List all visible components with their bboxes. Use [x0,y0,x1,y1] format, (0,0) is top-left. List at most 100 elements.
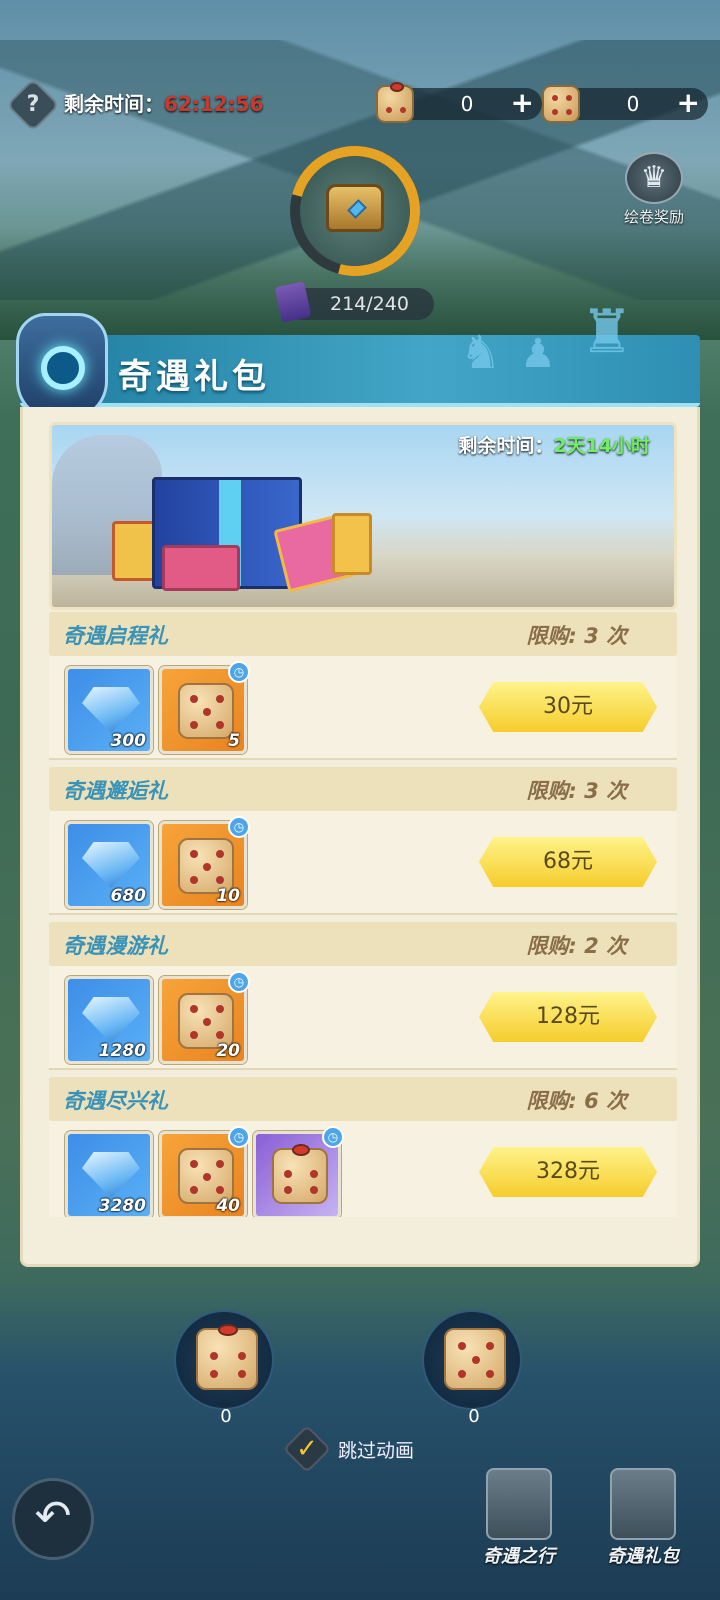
item-count: 300 [110,731,147,751]
nav-journey-label: 奇遇之行 [483,1546,555,1567]
nav-gift-pack-button[interactable]: 奇遇礼包 [588,1468,698,1588]
dice-item[interactable]: ◷ 5 [159,661,250,754]
gift-pack: 奇遇尽兴礼 限购: 6 次 3280 ◷ 40 ◷ 328元 [49,1077,677,1217]
item-count: 20 [216,1041,240,1061]
scroll-progress: 214/240 [274,281,434,323]
pack-header: 奇遇漫游礼 限购: 2 次 [49,922,677,966]
banner-timer-label: 剩余时间： [458,435,554,457]
diamond-icon [82,997,140,1043]
pack-header: 奇遇邂逅礼 限购: 3 次 [49,767,677,811]
clock-icon: ◷ [322,1126,344,1148]
magic-dice-icon [376,82,414,123]
dice-icon [542,85,580,123]
item-count: 680 [110,886,147,906]
purchase-limit: 限购: 6 次 [526,1089,627,1113]
purchase-limit: 限购: 2 次 [526,934,627,958]
nav-gift-pack-label: 奇遇礼包 [607,1546,679,1567]
dice-icon [178,683,234,739]
buy-button[interactable]: 30元 [479,682,657,732]
purchase-limit: 限购: 3 次 [526,779,627,803]
dice-roll-button[interactable]: 0 [422,1310,522,1427]
skip-animation-toggle[interactable]: ✓ 跳过动画 [282,1424,440,1474]
pack-header: 奇遇启程礼 限购: 3 次 [49,612,677,656]
gift-pack-list: 剩余时间：2天14小时 奇遇启程礼 限购: 3 次 300 ◷ 5 30元 奇遇邂… [20,407,700,1267]
back-button[interactable]: ↶ [12,1478,94,1560]
event-timer: 剩余时间：62:12:56 [64,88,264,117]
price-label: 68元 [543,849,593,874]
magic-dice-count: 0 [460,92,474,116]
gift-pack-panel: 奇遇礼包 ♞ ♟ ♜ 剩余时间：2天14小时 奇遇启程礼 限购: 3 次 300… [16,297,700,1290]
book-icon [486,1468,552,1540]
diamond-item[interactable]: 300 [65,666,153,754]
scroll-reward-button[interactable]: ♛ 绘卷奖励 [614,152,694,227]
clock-icon: ◷ [228,816,250,838]
gift-pack: 奇遇邂逅礼 限购: 3 次 680 ◷ 10 68元 [49,767,677,915]
item-count: 3280 [98,1196,146,1216]
panel-header: 奇遇礼包 ♞ ♟ ♜ [16,297,700,421]
knight-silhouette-icon: ♜ [580,297,634,367]
magic-dice-icon [272,1144,328,1204]
banner-timer-value: 2天14小时 [553,435,650,457]
item-count: 40 [216,1196,240,1216]
dice-item[interactable]: ◷ 20 [159,971,250,1064]
crown-icon: ♛ [625,152,683,204]
magic-dice-resource: 0 + [376,82,542,123]
price-label: 30元 [543,694,593,719]
checkmark-icon: ✓ [282,1424,332,1474]
dice-resource: 0 + [542,85,708,123]
gift-pack: 奇遇启程礼 限购: 3 次 300 ◷ 5 30元 [49,612,677,760]
pack-header: 奇遇尽兴礼 限购: 6 次 [49,1077,677,1121]
clock-icon: ◷ [228,971,250,993]
eye-emblem-icon [16,313,108,421]
pack-name: 奇遇启程礼 [63,624,168,648]
timer-label: 剩余时间： [64,92,164,116]
item-count: 1280 [98,1041,146,1061]
magic-dice-roll-button[interactable]: 0 [174,1310,274,1427]
clock-icon: ◷ [228,1126,250,1148]
gift-banner: 剩余时间：2天14小时 [49,422,677,610]
buy-button[interactable]: 328元 [479,1147,657,1197]
add-dice-button[interactable]: + [677,88,700,118]
help-icon: ? [26,92,40,117]
magic-dice-icon [196,1324,258,1390]
banner-timer: 剩余时间：2天14小时 [458,431,650,458]
pack-name: 奇遇尽兴礼 [63,1089,168,1113]
gift-box-icon [610,1468,676,1540]
diamond-icon [82,842,140,888]
scroll-book-icon [274,281,312,323]
skip-animation-label: 跳过动画 [338,1440,415,1462]
treasure-chest-icon [326,184,384,232]
scroll-progress-text: 214/240 [330,293,409,315]
price-label: 128元 [536,1004,600,1029]
panel-title: 奇遇礼包 [118,357,270,397]
diamond-icon [82,1152,140,1198]
dice-item[interactable]: ◷ 10 [159,816,250,909]
purchase-limit: 限购: 3 次 [526,624,627,648]
scroll-reward-label: 绘卷奖励 [623,208,684,226]
add-magic-dice-button[interactable]: + [511,88,534,118]
price-label: 328元 [536,1159,600,1184]
pack-name: 奇遇邂逅礼 [63,779,168,803]
cat-silhouette-icon: ♟ [520,331,556,377]
diamond-item[interactable]: 1280 [65,976,153,1064]
dice-item[interactable]: ◷ 40 [159,1126,250,1217]
pack-name: 奇遇漫游礼 [63,934,168,958]
diamond-item[interactable]: 3280 [65,1131,153,1217]
item-count: 5 [228,731,240,751]
item-count: 10 [216,886,240,906]
treasure-chest-progress[interactable] [290,146,420,276]
nav-journey-button[interactable]: 奇遇之行 [464,1468,574,1588]
timer-value: 62:12:56 [164,92,264,116]
wizard-silhouette-icon: ♞ [460,325,502,379]
buy-button[interactable]: 128元 [479,992,657,1042]
gift-pack: 奇遇漫游礼 限购: 2 次 1280 ◷ 20 128元 [49,922,677,1070]
magic-dice-item[interactable]: ◷ [253,1126,344,1217]
magic-dice-remaining: 0 [220,1406,232,1427]
diamond-item[interactable]: 680 [65,821,153,909]
dice-count: 0 [626,92,640,116]
dice-remaining: 0 [468,1406,480,1427]
diamond-icon [82,687,140,733]
clock-icon: ◷ [228,661,250,683]
buy-button[interactable]: 68元 [479,837,657,887]
dice-icon [444,1328,506,1390]
